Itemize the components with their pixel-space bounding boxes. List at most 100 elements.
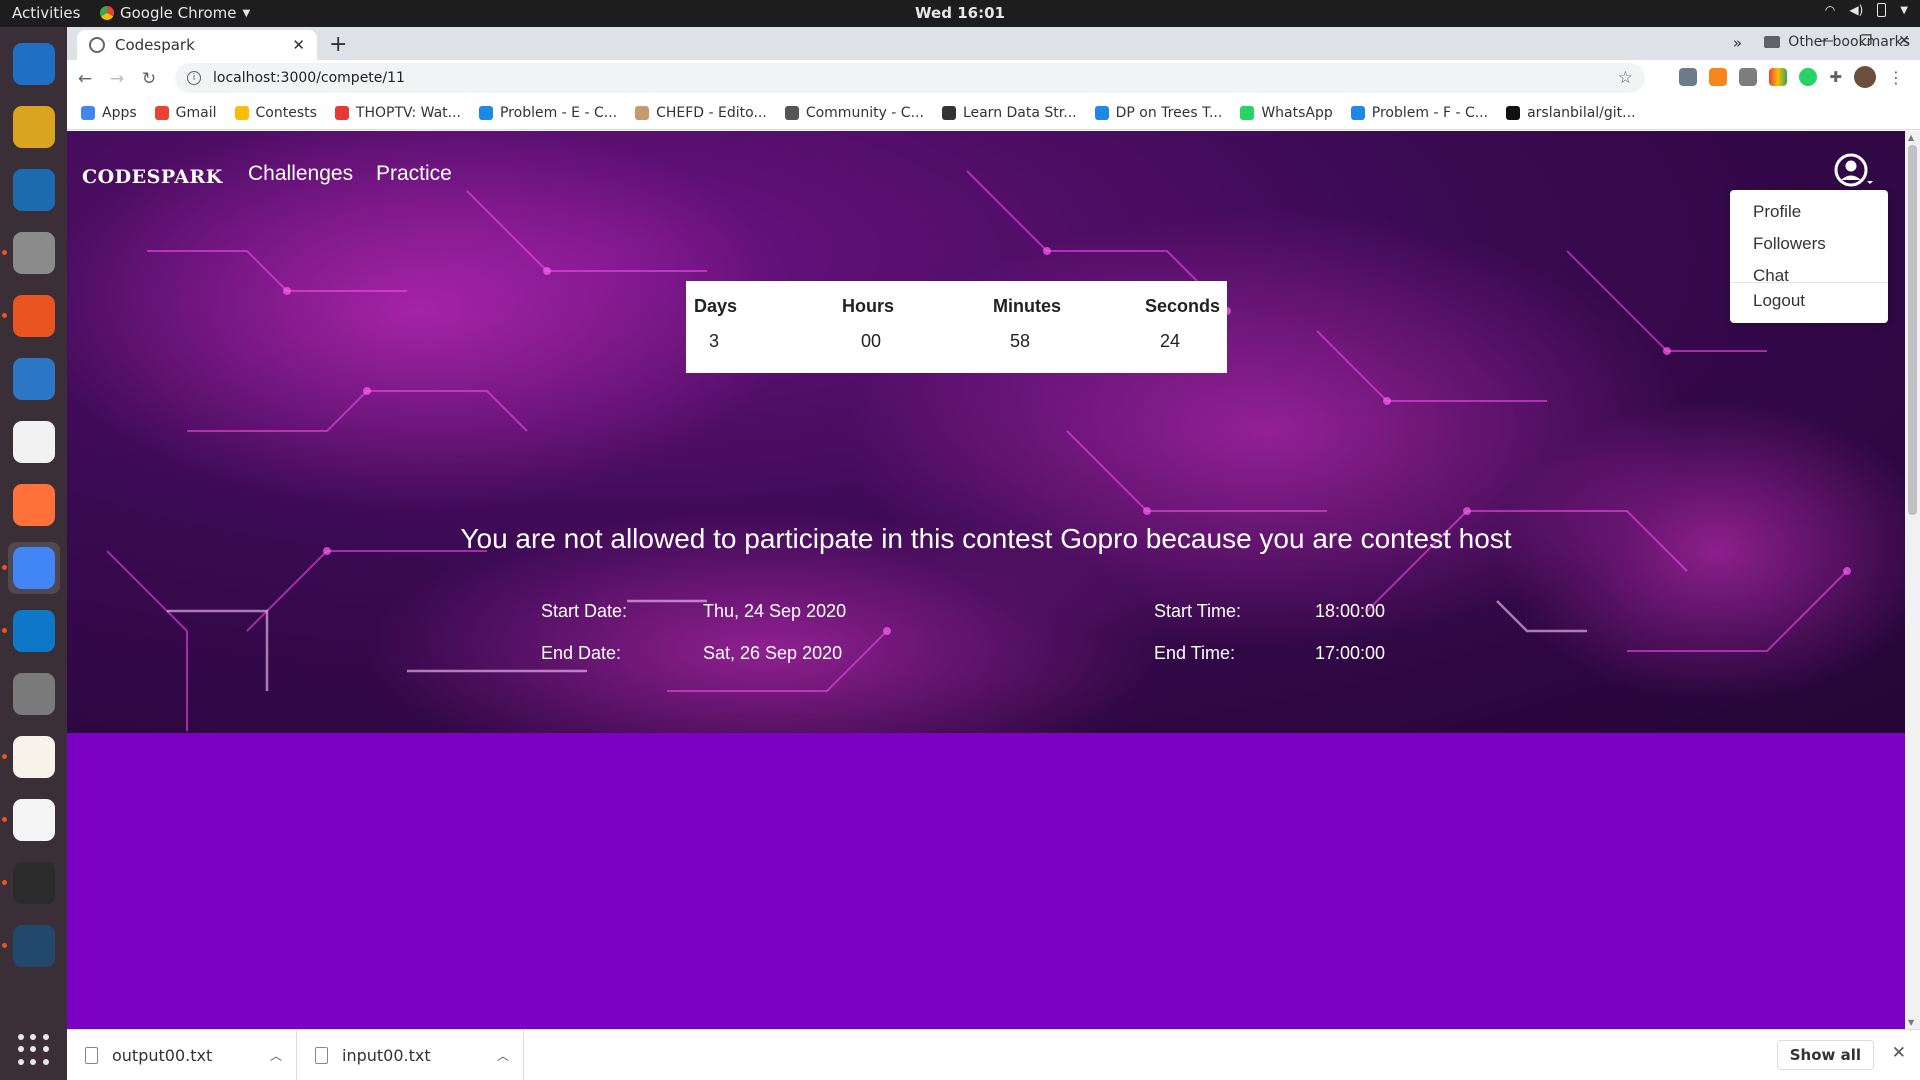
thunderbird-icon [12, 43, 55, 85]
dock-firefox[interactable] [8, 479, 60, 531]
download-bar: output00.txt ︿ input00.txt ︿ Show all ✕ [67, 1029, 1920, 1080]
bookmark-item[interactable]: Contests [234, 105, 317, 121]
rhythmbox-icon [12, 106, 55, 148]
system-tray[interactable]: ◠ ◀) ▼ [1825, 3, 1908, 17]
chevron-up-icon[interactable]: ︿ [497, 1047, 509, 1064]
bookmark-label: Gmail [175, 105, 217, 121]
cube-extension-icon[interactable] [1739, 68, 1758, 86]
bookmark-item[interactable]: THOPTV: Wat... [334, 105, 461, 121]
bookmark-label: WhatsApp [1261, 105, 1333, 121]
download-item-input[interactable]: input00.txt ︿ [297, 1030, 524, 1080]
dock-software[interactable] [1, 290, 60, 342]
puzzle-icon[interactable]: ✚ [1829, 68, 1842, 86]
profile-avatar[interactable] [1854, 66, 1876, 88]
bookmark-item[interactable]: CHEFD - Edito... [635, 105, 767, 121]
chevron-up-icon[interactable]: ︿ [270, 1047, 282, 1064]
dock-text-editor[interactable] [1, 731, 60, 783]
bookmark-item[interactable]: arslanbilal/git... [1506, 105, 1636, 121]
bookmark-star-icon[interactable]: ☆ [1618, 68, 1633, 88]
bookmark-item[interactable]: Problem - E - C... [478, 105, 617, 121]
start-date-value: Thu, 24 Sep 2020 [703, 601, 847, 621]
running-indicator [1, 754, 7, 759]
address-bar[interactable]: i localhost:3000/compete/11 ☆ [175, 63, 1645, 93]
tab-close-icon[interactable]: ✕ [292, 36, 305, 54]
menu-item-profile[interactable]: Profile [1753, 202, 1801, 222]
start-time-label: Start Time: [1154, 601, 1242, 621]
bookmark-label: arslanbilal/git... [1527, 105, 1636, 121]
menu-item-chat[interactable]: Chat [1753, 266, 1789, 286]
scrollbar-thumb[interactable] [1908, 145, 1917, 515]
dock-writer[interactable] [8, 164, 60, 216]
scroll-down-icon[interactable]: ▼ [1908, 1018, 1914, 1027]
new-tab-icon[interactable]: + [329, 32, 347, 57]
menu-item-logout[interactable]: Logout [1753, 291, 1805, 311]
colorful-extension-icon[interactable] [1769, 68, 1788, 86]
running-indicator [1, 943, 7, 948]
bookmark-favicon-icon [941, 106, 956, 120]
amazon-icon [12, 421, 55, 463]
nav-practice[interactable]: Practice [376, 162, 452, 186]
bookmark-label: CHEFD - Edito... [656, 105, 767, 121]
dock-vscode[interactable] [1, 605, 60, 657]
close-download-bar-icon[interactable]: ✕ [1892, 1043, 1906, 1063]
dock-mysql-workbench[interactable] [1, 920, 60, 972]
end-date-value: Sat, 26 Sep 2020 [703, 643, 843, 663]
extension-icon[interactable] [1679, 68, 1698, 86]
bookmark-item[interactable]: Community - C... [784, 105, 924, 121]
dock-settings[interactable] [8, 668, 60, 720]
bookmark-item[interactable]: Problem - F - C... [1350, 105, 1488, 121]
dock-amazon[interactable] [8, 416, 60, 468]
tab-codespark[interactable]: Codespark ✕ [77, 30, 317, 60]
menu-item-followers[interactable]: Followers [1753, 234, 1826, 254]
terminal-icon [12, 862, 55, 904]
bookmark-item[interactable]: Learn Data Str... [941, 105, 1077, 121]
timer-header-hours: Hours [842, 296, 895, 316]
writer-icon [12, 169, 55, 211]
bookmark-label: Learn Data Str... [962, 105, 1077, 121]
dock-files[interactable] [1, 227, 60, 279]
site-info-icon[interactable]: i [187, 71, 201, 85]
brand-logo[interactable]: CODESPARK [82, 166, 223, 188]
nav-challenges[interactable]: Challenges [248, 162, 353, 186]
show-applications-icon[interactable] [18, 1034, 50, 1066]
bookmark-item[interactable]: WhatsApp [1240, 105, 1333, 121]
bookmark-label: Apps [102, 105, 137, 121]
clock[interactable]: Wed 16:01 [0, 4, 1920, 22]
user-account-icon[interactable] [1833, 153, 1873, 193]
tray-chevron-down-icon: ▼ [1900, 4, 1908, 16]
bookmark-item[interactable]: DP on Trees T... [1094, 105, 1222, 121]
bookmark-favicon-icon [784, 106, 799, 120]
dock-rhythmbox[interactable] [8, 101, 60, 153]
timer-value-days: 3 [709, 331, 720, 351]
page-scrollbar[interactable]: ▲ ▼ [1905, 131, 1920, 1029]
back-icon[interactable]: ← [71, 69, 99, 89]
file-icon [85, 1046, 98, 1064]
pdf-icon [12, 799, 55, 841]
more-bookmarks-icon[interactable]: » [1733, 34, 1742, 52]
running-indicator [1, 817, 7, 822]
bookmarks-bar: Apps Gmail Contests THOPTV: Wat... Problem -… [67, 97, 1920, 130]
running-indicator [1, 628, 7, 633]
forward-icon[interactable]: → [103, 69, 131, 89]
scroll-up-icon[interactable]: ▲ [1908, 133, 1914, 142]
dock-pdf[interactable] [1, 794, 60, 846]
dock-thunderbird[interactable] [8, 38, 60, 90]
metamask-icon[interactable] [1709, 68, 1728, 86]
reload-icon[interactable]: ↻ [135, 69, 163, 89]
bookmark-label: Community - C... [805, 105, 924, 121]
end-time-value: 17:00:00 [1315, 643, 1386, 663]
timer-value-minutes: 58 [1010, 331, 1031, 351]
dock-terminal[interactable] [1, 857, 60, 909]
show-all-button[interactable]: Show all [1776, 1040, 1874, 1070]
dock-chrome[interactable] [1, 542, 60, 594]
download-item-output[interactable]: output00.txt ︿ [67, 1030, 297, 1080]
other-bookmarks[interactable]: Other bookmarks [1764, 34, 1910, 50]
whatsapp-extension-icon[interactable] [1799, 68, 1818, 86]
download-filename: input00.txt [342, 1045, 431, 1065]
software-icon [12, 295, 55, 337]
dock-help[interactable] [8, 353, 60, 405]
more-menu-icon[interactable]: ⋮ [1888, 68, 1904, 87]
chrome-window: Codespark ✕ + — ❐ ✕ ← → ↻ i localhost:30… [67, 27, 1920, 1080]
bookmark-item[interactable]: Apps [81, 105, 137, 121]
bookmark-item[interactable]: Gmail [154, 105, 217, 121]
